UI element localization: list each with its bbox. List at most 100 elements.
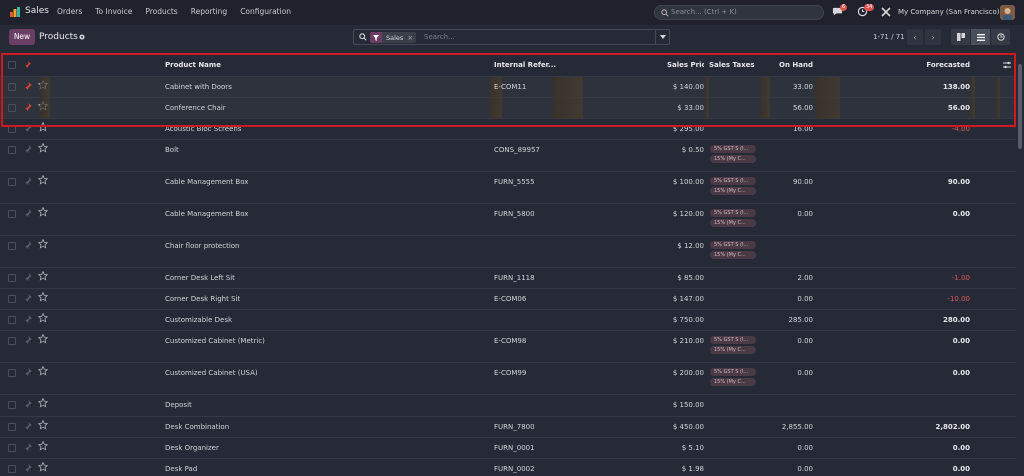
company-switcher[interactable]: My Company (San Francisco) <box>898 8 999 16</box>
row-checkbox[interactable] <box>8 369 16 377</box>
internal-reference: FURN_5800 <box>494 210 535 218</box>
new-button[interactable]: New <box>9 29 35 45</box>
pin-icon[interactable] <box>24 400 33 411</box>
pin-icon[interactable] <box>24 368 33 379</box>
kanban-view-button[interactable] <box>951 29 970 45</box>
user-avatar[interactable] <box>1000 5 1015 20</box>
remove-facet-icon[interactable]: × <box>407 34 416 42</box>
chevron-left-icon: ‹ <box>913 32 917 42</box>
forecasted: 280.00 <box>942 316 970 324</box>
row-checkbox[interactable] <box>8 242 16 250</box>
search-bar[interactable]: Sales × Search... <box>353 29 670 45</box>
favorite-star-icon[interactable] <box>37 440 49 453</box>
table-row[interactable]: Corner Desk Right Sit E-COM06 $ 147.00 0.00… <box>0 289 1016 310</box>
row-checkbox[interactable] <box>8 401 16 409</box>
favorite-star-icon[interactable] <box>37 174 49 187</box>
table-row[interactable]: Deposit $ 150.00 <box>0 395 1016 417</box>
row-checkbox[interactable] <box>8 274 16 282</box>
product-name: Bolt <box>165 146 179 154</box>
on-hand: 0.00 <box>797 337 813 345</box>
pin-icon[interactable] <box>24 336 33 347</box>
pin-icon[interactable] <box>24 177 33 188</box>
pin-icon[interactable] <box>24 464 33 475</box>
pin-icon[interactable] <box>24 241 33 252</box>
row-checkbox[interactable] <box>8 444 16 452</box>
row-checkbox[interactable] <box>8 337 16 345</box>
favorite-star-icon[interactable] <box>37 461 49 474</box>
product-name: Corner Desk Left Sit <box>165 274 235 282</box>
menu-to-invoice[interactable]: To Invoice <box>95 7 132 16</box>
table-row[interactable]: Customizable Desk $ 750.00 285.00 280.00 <box>0 310 1016 331</box>
app-name[interactable]: Sales <box>25 6 49 16</box>
internal-reference: E-COM06 <box>494 295 527 303</box>
table-row[interactable]: Cable Management Box FURN_5800 $ 120.00 5% … <box>0 204 1016 236</box>
tax-badge: 5% GST S (I... <box>710 241 756 249</box>
pin-icon[interactable] <box>24 145 33 156</box>
pager-next[interactable]: › <box>925 29 941 45</box>
pager-previous[interactable]: ‹ <box>907 29 923 45</box>
tax-badge: 15% (My C... <box>710 346 756 354</box>
top-navbar: Sales Orders To Invoice Products Reporti… <box>0 0 1024 25</box>
row-checkbox[interactable] <box>8 465 16 473</box>
table-row[interactable]: Bolt CONS_89957 $ 0.50 5% GST S (I... 15% (M… <box>0 140 1016 172</box>
table-row[interactable]: Chair floor protection $ 12.00 5% GST S (I… <box>0 236 1016 268</box>
favorite-star-icon[interactable] <box>37 142 49 155</box>
table-row[interactable]: Desk Combination FURN_7800 $ 450.00 2,855.0… <box>0 417 1016 438</box>
command-search[interactable]: Search... (Ctrl + K) <box>654 5 824 20</box>
sales-price: $ 200.00 <box>672 369 704 377</box>
gear-icon[interactable] <box>78 33 86 41</box>
menu-orders[interactable]: Orders <box>57 7 82 16</box>
pinned-rows-highlight <box>1 53 1016 127</box>
favorite-star-icon[interactable] <box>37 291 49 304</box>
tools-icon[interactable] <box>881 7 891 17</box>
pin-icon[interactable] <box>24 209 33 220</box>
table-row[interactable]: Customized Cabinet (USA) E-COM99 $ 200.00 5… <box>0 363 1016 395</box>
favorite-star-icon[interactable] <box>37 206 49 219</box>
sales-price: $ 100.00 <box>672 178 704 186</box>
menu-products[interactable]: Products <box>145 7 177 16</box>
row-checkbox[interactable] <box>8 295 16 303</box>
row-checkbox[interactable] <box>8 316 16 324</box>
pager-value[interactable]: 1-71 / 71 <box>873 33 905 41</box>
vertical-scrollbar[interactable] <box>1017 54 1023 476</box>
sales-taxes: 5% GST S (I... 15% (My C... <box>710 241 756 261</box>
row-checkbox[interactable] <box>8 178 16 186</box>
menu-reporting[interactable]: Reporting <box>191 7 227 16</box>
favorite-star-icon[interactable] <box>37 238 49 251</box>
sales-price: $ 85.00 <box>677 274 704 282</box>
row-checkbox[interactable] <box>8 210 16 218</box>
table-row[interactable]: Corner Desk Left Sit FURN_1118 $ 85.00 2.00… <box>0 268 1016 289</box>
activity-view-button[interactable] <box>991 29 1010 45</box>
command-search-placeholder: Search... (Ctrl + K) <box>671 8 737 16</box>
row-checkbox[interactable] <box>8 423 16 431</box>
tax-badge: 15% (My C... <box>710 219 756 227</box>
table-row[interactable]: Desk Organizer FURN_0001 $ 5.10 0.00 0.00 <box>0 438 1016 459</box>
pin-icon[interactable] <box>24 422 33 433</box>
list-view-button[interactable] <box>971 29 990 45</box>
table-row[interactable]: Customized Cabinet (Metric) E-COM98 $ 210.… <box>0 331 1016 363</box>
product-name: Corner Desk Right Sit <box>165 295 241 303</box>
menu-configuration[interactable]: Configuration <box>240 7 291 16</box>
search-options-toggle[interactable] <box>655 30 669 44</box>
row-checkbox[interactable] <box>8 146 16 154</box>
table-row[interactable]: Cable Management Box FURN_5555 $ 100.00 5% … <box>0 172 1016 204</box>
pin-icon[interactable] <box>24 443 33 454</box>
favorite-star-icon[interactable] <box>37 419 49 432</box>
caret-down-icon <box>659 35 666 39</box>
pin-icon[interactable] <box>24 294 33 305</box>
favorite-star-icon[interactable] <box>37 397 49 410</box>
sales-app-icon[interactable] <box>9 6 21 18</box>
table-row[interactable]: Desk Pad FURN_0002 $ 1.98 0.00 0.00 <box>0 459 1016 476</box>
pin-icon[interactable] <box>24 315 33 326</box>
search-input[interactable]: Search... <box>424 33 455 41</box>
sales-price: $ 450.00 <box>672 423 704 431</box>
scrollbar-thumb[interactable] <box>1018 64 1022 149</box>
pin-icon[interactable] <box>24 273 33 284</box>
product-name: Chair floor protection <box>165 242 240 250</box>
facet-label: Sales <box>386 33 404 42</box>
favorite-star-icon[interactable] <box>37 270 49 283</box>
favorite-star-icon[interactable] <box>37 333 49 346</box>
favorite-star-icon[interactable] <box>37 312 49 325</box>
product-name: Desk Organizer <box>165 444 219 452</box>
favorite-star-icon[interactable] <box>37 365 49 378</box>
